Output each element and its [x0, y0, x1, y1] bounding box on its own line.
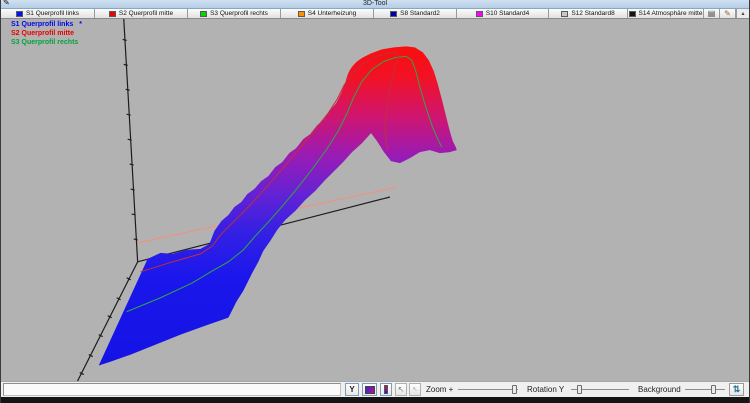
series-color-swatch: [629, 11, 636, 17]
zoom-slider-thumb[interactable]: [512, 385, 517, 394]
series-color-swatch: [16, 11, 23, 17]
series-label: S3 Querprofil rechts: [210, 10, 268, 17]
control-bar: Y ↖ ↖ Zoom + Rotation Y Background ⇅: [1, 381, 749, 397]
app-window: ✎ 3D-Tool S1 Querprofil links S2 Querpro…: [0, 0, 750, 403]
series-label: S10 Standard4: [486, 10, 529, 17]
series-button-s8[interactable]: S8 Standard2: [374, 9, 457, 18]
app-icon: ✎: [3, 0, 10, 7]
pointer-button-1[interactable]: ↖: [395, 383, 407, 396]
series-color-swatch: [109, 11, 116, 17]
background-label: Background: [638, 385, 681, 395]
series-label: S1 Querprofil links: [26, 10, 79, 17]
legend-label: S1 Querprofil links: [11, 20, 73, 29]
print-icon: ▤: [708, 9, 716, 18]
chevron-up-icon: ▴: [741, 10, 744, 17]
colorbar-icon: [384, 385, 388, 394]
series-toolbar: S1 Querprofil links S2 Querprofil mitte …: [1, 8, 749, 19]
series-color-swatch: [561, 11, 568, 17]
series-label: S8 Standard2: [400, 10, 440, 17]
legend-marker: *: [79, 20, 82, 29]
surface-plot[interactable]: [1, 19, 749, 381]
vertical-axis: [123, 19, 138, 262]
series-label: S4 Unterheizung: [308, 10, 356, 17]
title-bar[interactable]: ✎ 3D-Tool: [1, 0, 749, 8]
zoom-slider[interactable]: [458, 383, 518, 396]
refresh-button[interactable]: ⇅: [729, 383, 744, 396]
series-color-swatch: [390, 11, 397, 17]
gradient-color-button[interactable]: [362, 383, 377, 396]
surface-ribbon: [99, 46, 457, 365]
pointer-icon: ↖: [412, 386, 417, 393]
series-button-s2[interactable]: S2 Querprofil mitte: [95, 9, 188, 18]
rotation-y-slider-thumb[interactable]: [577, 385, 582, 394]
legend-item: S3 Querprofil rechts: [11, 38, 84, 47]
legend-item: S1 Querprofil links *: [11, 20, 84, 29]
series-button-s4[interactable]: S4 Unterheizung: [281, 9, 374, 18]
series-button-s12[interactable]: S12 Standard8: [549, 9, 628, 18]
series-color-swatch: [200, 11, 207, 17]
background-slider[interactable]: [685, 383, 725, 396]
status-field[interactable]: [3, 383, 341, 396]
edit-button[interactable]: ✎: [720, 9, 736, 18]
background-slider-thumb[interactable]: [711, 385, 716, 394]
legend-label: S3 Querprofil rechts: [11, 38, 78, 47]
series-legend: S1 Querprofil links * S2 Querprofil mitt…: [11, 20, 84, 47]
series-label: S2 Querprofil mitte: [119, 10, 173, 17]
series-button-s14[interactable]: S14 Atmosphäre mitte: [628, 9, 704, 18]
rotation-y-label: Rotation Y: [527, 385, 564, 395]
toolbar-scroll-up-button[interactable]: ▴: [736, 9, 749, 18]
series-button-s10[interactable]: S10 Standard4: [457, 9, 549, 18]
series-button-s3[interactable]: S3 Querprofil rechts: [188, 9, 281, 18]
rotation-y-slider[interactable]: [571, 383, 629, 396]
edit-icon: ✎: [724, 9, 731, 18]
pointer-button-2[interactable]: ↖: [409, 383, 421, 396]
series-label: S14 Atmosphäre mitte: [639, 10, 703, 17]
y-axis-button[interactable]: Y: [345, 383, 359, 396]
series-button-s1[interactable]: S1 Querprofil links: [1, 9, 95, 18]
series-color-swatch: [476, 11, 483, 17]
series-color-swatch: [298, 11, 305, 17]
pointer-icon: ↖: [398, 385, 405, 394]
window-bottom-edge: [1, 397, 749, 403]
legend-label: S2 Querprofil mitte: [11, 29, 74, 38]
viewport-3d[interactable]: S1 Querprofil links * S2 Querprofil mitt…: [1, 19, 750, 381]
series-label: S12 Standard8: [571, 10, 614, 17]
legend-item: S2 Querprofil mitte: [11, 29, 84, 38]
window-title: 3D-Tool: [363, 0, 387, 8]
print-button[interactable]: ▤: [704, 9, 720, 18]
zoom-label: Zoom +: [426, 385, 453, 395]
refresh-icon: ⇅: [733, 384, 741, 395]
colorbar-button[interactable]: [380, 383, 392, 396]
gradient-swatch-icon: [365, 386, 375, 394]
